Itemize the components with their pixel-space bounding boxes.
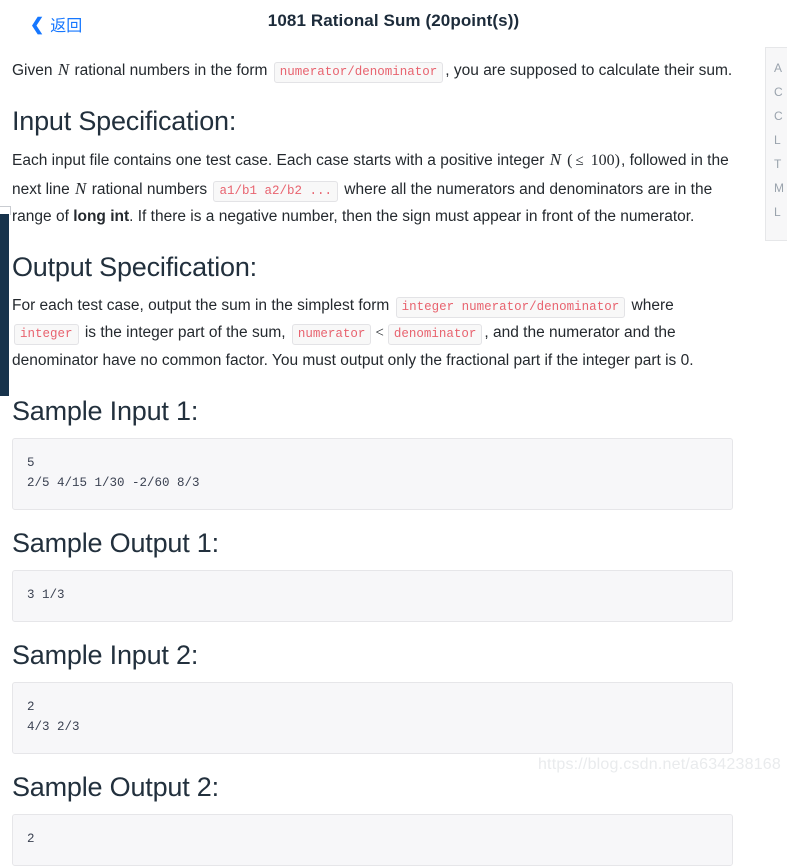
output-text-c: is the integer part of the sum, [80, 324, 290, 341]
less-or-equal-symbol: ≤ [575, 153, 584, 169]
intro-text-b: rational numbers in the form [70, 62, 272, 79]
math-var-n: N [75, 179, 87, 198]
output-specification-paragraph: For each test case, output the sum in th… [12, 292, 733, 374]
output-text-b: where [627, 297, 674, 314]
sample-input-1-code: 5 2/5 4/15 1/30 -2/60 8/3 [12, 438, 733, 510]
sample-output-2-code: 2 [12, 814, 733, 866]
right-panel-item[interactable]: L [766, 200, 787, 224]
right-panel-item[interactable]: L [766, 128, 787, 152]
inline-code-numerator-denominator: numerator/denominator [273, 62, 444, 83]
input-text-f: . If there is a negative number, then th… [129, 208, 695, 225]
page-title: 1081 Rational Sum (20point(s)) [267, 11, 520, 30]
output-specification-heading: Output Specification: [12, 252, 257, 282]
intro-text-a: Given [12, 62, 57, 79]
output-text-a: For each test case, output the sum in th… [12, 297, 394, 314]
inline-code-integer: integer [14, 324, 79, 345]
right-side-panel[interactable]: A C C L T M L [765, 47, 787, 241]
right-panel-item[interactable]: A [766, 56, 787, 80]
math-var-n: N [549, 150, 562, 169]
intro-paragraph: Given N rational numbers in the form num… [12, 56, 733, 84]
input-text-a: Each input file contains one test case. … [12, 152, 549, 169]
input-limit-value: 100) [586, 152, 620, 169]
input-text-b: ( [563, 152, 573, 169]
sample-output-2-heading: Sample Output 2: [12, 772, 219, 802]
problem-content: Given N rational numbers in the form num… [0, 44, 760, 866]
right-panel-item[interactable]: M [766, 176, 787, 200]
inline-code-integer-numerator-denominator: integer numerator/denominator [395, 297, 626, 318]
sample-input-2-heading: Sample Input 2: [12, 640, 199, 670]
inline-code-rational-list: a1/b1 a2/b2 ... [213, 181, 338, 202]
intro-text-c: , you are supposed to calculate their su… [445, 62, 733, 79]
input-strong-long-int: long int [73, 208, 130, 225]
sample-output-1-heading: Sample Output 1: [12, 528, 219, 558]
sample-input-2-code: 2 4/3 2/3 [12, 682, 733, 754]
inline-code-denominator: denominator [387, 324, 483, 345]
sample-input-1-heading: Sample Input 1: [12, 396, 199, 426]
less-than-symbol: < [375, 325, 384, 341]
page-header: ❮ 返回 1081 Rational Sum (20point(s)) [0, 0, 787, 44]
math-var-n: N [57, 60, 70, 79]
right-panel-item[interactable]: T [766, 152, 787, 176]
right-panel-item[interactable]: C [766, 80, 787, 104]
input-specification-paragraph: Each input file contains one test case. … [12, 146, 733, 230]
inline-code-numerator: numerator [291, 324, 372, 345]
input-text-d: rational numbers [87, 181, 212, 198]
sample-output-1-code: 3 1/3 [12, 570, 733, 622]
input-specification-heading: Input Specification: [12, 106, 237, 136]
left-side-rail [0, 214, 9, 396]
right-panel-item[interactable]: C [766, 104, 787, 128]
